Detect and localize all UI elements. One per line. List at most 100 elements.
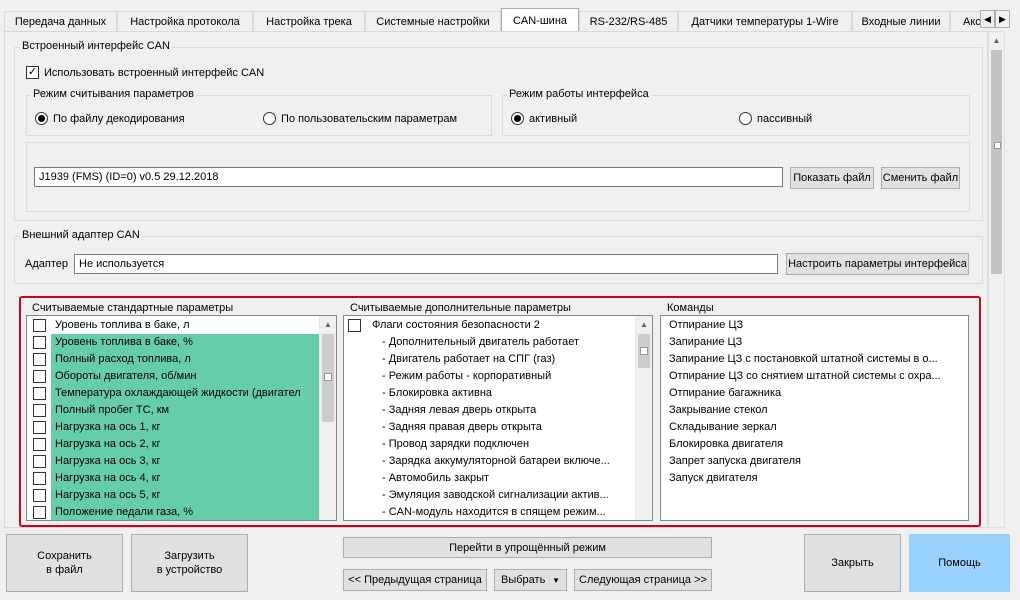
standard-param-checkbox[interactable] [32,455,46,468]
extra-param-row[interactable]: - Блокировка активна [344,385,634,402]
standard-param-row[interactable]: Нагрузка на ось 3, кг [27,453,319,470]
read-mode-user-params-radio[interactable] [263,112,276,125]
work-mode-active-radio[interactable] [511,112,524,125]
work-mode-passive-option[interactable]: пассивный [739,112,812,125]
tab-1wire-sensors[interactable]: Датчики температуры 1-Wire [678,11,852,31]
previous-page-button[interactable]: << Предыдущая страница [343,569,487,591]
extra-param-label: - Задняя левая дверь открыта [382,404,537,416]
scroll-thumb[interactable] [991,50,1002,274]
standard-params-title: Считываемые стандартные параметры [32,302,234,314]
tab-can-bus[interactable]: CAN-шина [501,8,579,31]
standard-param-checkbox[interactable] [32,353,46,366]
standard-param-checkbox[interactable] [32,421,46,434]
adapter-field[interactable]: Не используется [74,254,778,274]
extra-param-row[interactable]: - Задняя правая дверь открыта [344,419,634,436]
extra-params-group-row[interactable]: Флаги состояния безопасности 2 [344,317,634,334]
tab-data-transfer[interactable]: Передача данных [4,11,117,31]
command-row[interactable]: Отпирание ЦЗ [661,317,966,334]
tab-system-settings[interactable]: Системные настройки [365,11,501,31]
tab-scroll-right-icon[interactable]: ▶ [995,10,1010,28]
scroll-up-icon[interactable]: ▲ [636,316,652,332]
tab-rs232-rs485[interactable]: RS-232/RS-485 [579,11,678,31]
command-row[interactable]: Закрывание стекол [661,402,966,419]
extra-params-list[interactable]: Флаги состояния безопасности 2 - Дополни… [343,315,653,521]
command-row[interactable]: Складывание зеркал [661,419,966,436]
command-row[interactable]: Запирание ЦЗ с постановкой штатной систе… [661,351,966,368]
close-button[interactable]: Закрыть [804,534,901,592]
work-mode-active-label: активный [529,112,578,125]
extra-param-row[interactable]: - Дополнительный двигатель работает [344,334,634,351]
command-row[interactable]: Блокировка двигателя [661,436,966,453]
extra-param-row[interactable]: - CAN-модуль находится в спящем режим... [344,504,634,520]
extra-param-row[interactable]: - Эмуляция заводской сигнализации актив.… [344,487,634,504]
standard-param-row[interactable]: Нагрузка на ось 5, кг [27,487,319,504]
extra-params-scrollbar[interactable]: ▲ [635,316,652,520]
select-dropdown[interactable]: Выбрать ▼ [494,569,567,591]
configure-interface-button[interactable]: Настроить параметры интерфейса [786,253,969,275]
use-builtin-can-checkbox[interactable]: ✓ [26,66,39,79]
save-to-file-button[interactable]: Сохранить в файл [6,534,123,592]
load-to-device-button[interactable]: Загрузить в устройство [131,534,248,592]
decode-file-field[interactable]: J1939 (FMS) (ID=0) v0.5 29.12.2018 [34,167,783,187]
scroll-up-icon[interactable]: ▲ [320,316,336,332]
standard-param-row[interactable]: Полный расход топлива, л [27,351,319,368]
read-mode-by-file-radio[interactable] [35,112,48,125]
help-button[interactable]: Помощь [909,534,1010,592]
simple-mode-button[interactable]: Перейти в упрощённый режим [343,537,712,558]
standard-param-checkbox[interactable] [32,506,46,519]
tab-acc[interactable]: Акс [950,11,980,31]
command-label: Отпирание багажника [669,387,782,399]
standard-param-checkbox[interactable] [32,336,46,349]
extra-param-row[interactable]: - Зарядка аккумуляторной батареи включе.… [344,453,634,470]
tab-input-lines[interactable]: Входные линии [852,11,950,31]
standard-param-checkbox[interactable] [32,319,46,332]
tab-protocol-settings[interactable]: Настройка протокола [117,11,253,31]
read-mode-user-params-label: По пользовательским параметрам [281,112,458,125]
work-mode-passive-radio[interactable] [739,112,752,125]
standard-params-scrollbar[interactable]: ▲ [319,316,336,520]
use-builtin-can-option[interactable]: ✓ Использовать встроенный интерфейс CAN [26,66,264,79]
commands-list[interactable]: Отпирание ЦЗ Запирание ЦЗ Запирание ЦЗ с п… [660,315,969,521]
standard-param-row[interactable]: Обороты двигателя, об/мин [27,368,319,385]
command-row[interactable]: Отпирание багажника [661,385,966,402]
command-row[interactable]: Запуск двигателя [661,470,966,487]
standard-param-row[interactable]: Нагрузка на ось 1, кг [27,419,319,436]
show-file-button[interactable]: Показать файл [790,167,874,189]
standard-param-row[interactable]: Положение педали газа, % [27,504,319,520]
standard-param-row[interactable]: Уровень топлива в баке, л [27,317,319,334]
extra-param-row[interactable]: - Автомобиль закрыт [344,470,634,487]
read-mode-user-params-option[interactable]: По пользовательским параметрам [263,112,457,125]
standard-param-row[interactable]: Полный пробег ТС, км [27,402,319,419]
standard-param-row[interactable]: Температура охлаждающей жидкости (двигат… [27,385,319,402]
extra-param-row[interactable]: - Задняя левая дверь открыта [344,402,634,419]
extra-param-label: - Провод зарядки подключен [382,438,530,450]
standard-params-list[interactable]: Уровень топлива в баке, л Уровень топлива… [26,315,337,521]
standard-param-checkbox[interactable] [32,489,46,502]
work-mode-active-option[interactable]: активный [511,112,577,125]
extra-param-row[interactable]: - Режим работы - корпоративный [344,368,634,385]
select-label: Выбрать [501,574,546,586]
extra-param-row[interactable]: - Двигатель работает на СПГ (газ) [344,351,634,368]
command-row[interactable]: Запрет запуска двигателя [661,453,966,470]
standard-param-checkbox[interactable] [32,370,46,383]
tab-track-settings[interactable]: Настройка трека [253,11,365,31]
standard-param-checkbox[interactable] [32,438,46,451]
standard-param-row[interactable]: Уровень топлива в баке, % [27,334,319,351]
scroll-grip-icon [324,373,332,381]
standard-param-checkbox[interactable] [32,404,46,417]
next-page-button[interactable]: Следующая страница >> [574,569,712,591]
read-mode-by-file-option[interactable]: По файлу декодирования [35,112,185,125]
extra-param-row[interactable]: - Провод зарядки подключен [344,436,634,453]
extra-params-group-checkbox[interactable] [347,319,361,332]
tab-scroll-left-icon[interactable]: ◀ [980,10,995,28]
standard-param-row[interactable]: Нагрузка на ось 4, кг [27,470,319,487]
command-label: Отпирание ЦЗ со снятием штатной системы … [669,370,941,382]
standard-param-checkbox[interactable] [32,472,46,485]
command-row[interactable]: Запирание ЦЗ [661,334,966,351]
command-row[interactable]: Отпирание ЦЗ со снятием штатной системы … [661,368,966,385]
change-file-button[interactable]: Сменить файл [881,167,960,189]
standard-param-checkbox[interactable] [32,387,46,400]
page-scrollbar[interactable]: ▲ [988,31,1005,528]
scroll-up-icon[interactable]: ▲ [989,32,1004,48]
standard-param-row[interactable]: Нагрузка на ось 2, кг [27,436,319,453]
